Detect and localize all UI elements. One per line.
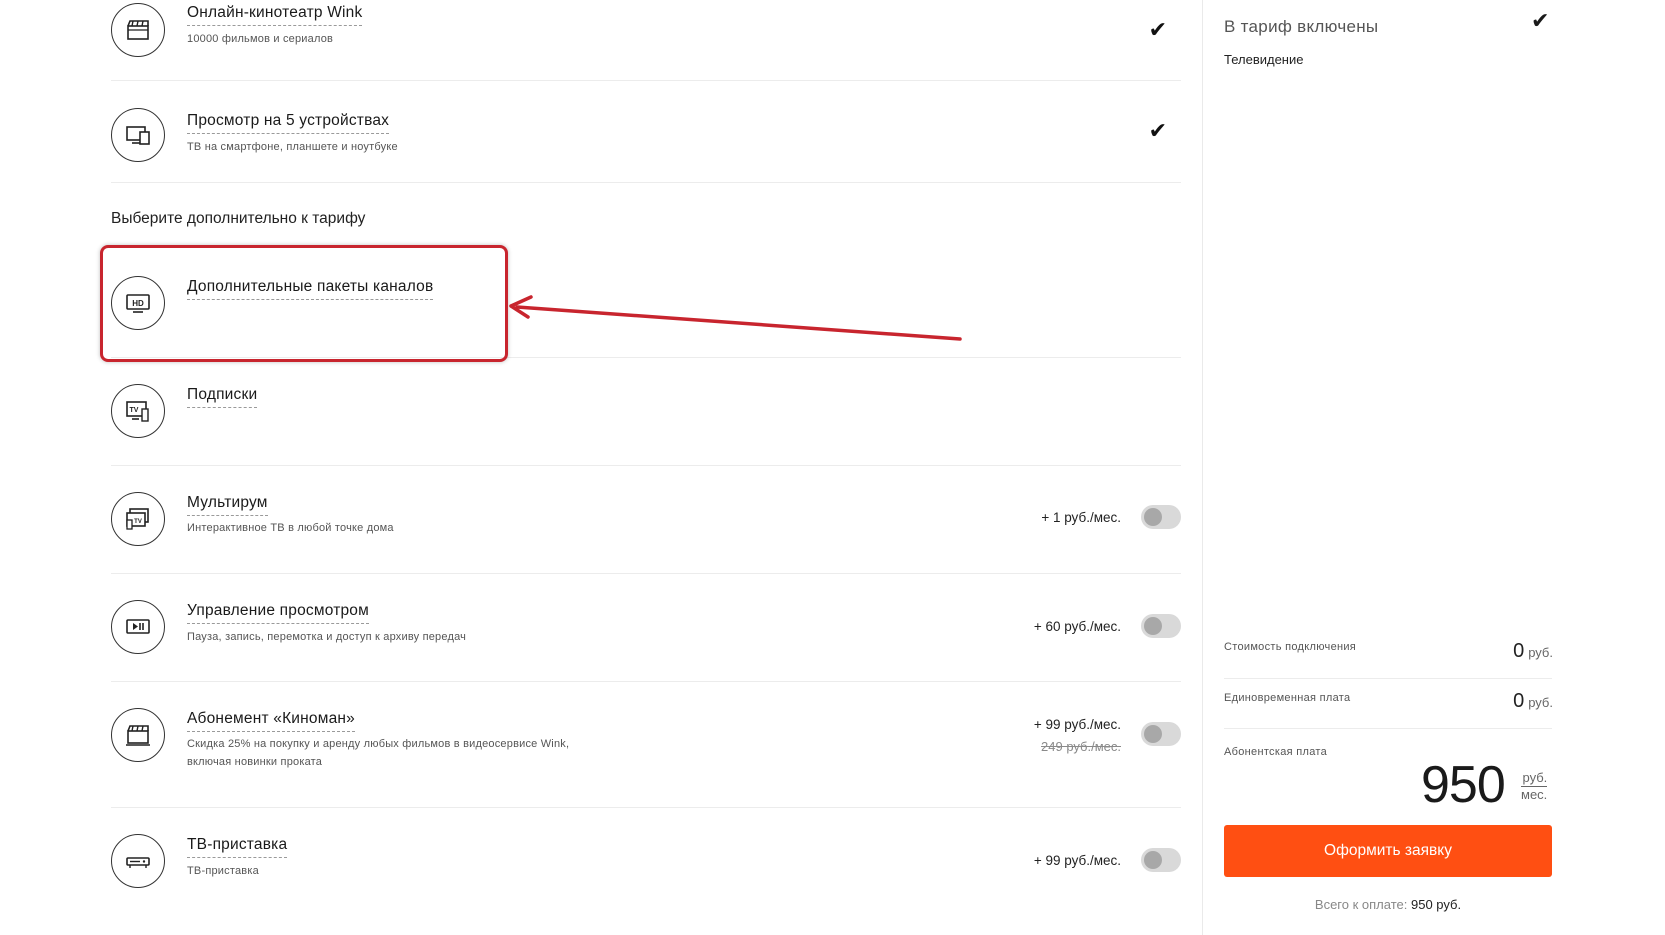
order-button[interactable]: Оформить заявку — [1224, 825, 1552, 877]
monthly-units: руб. мес. — [1521, 770, 1548, 803]
included-item: Телевидение — [1224, 52, 1304, 67]
check-icon: ✔ — [1148, 118, 1167, 143]
section-heading: Выберите дополнительно к тарифу — [111, 210, 366, 227]
connection-value: 0 руб. — [1513, 640, 1553, 662]
tariff-options: Онлайн-кинотеатр Wink 10000 фильмов и се… — [0, 0, 1200, 935]
extra-subtitle-line2: включая новинки проката — [187, 756, 323, 768]
multiroom-icon: TV — [111, 492, 165, 546]
svg-text:TV: TV — [130, 407, 139, 414]
devices-icon — [111, 108, 165, 162]
extra-title[interactable]: Абонемент «Киноман» — [187, 710, 356, 732]
extra-row-kinoman: Абонемент «Киноман» Скидка 25% на покупк… — [111, 681, 1181, 808]
feature-subtitle: 10000 фильмов и сериалов — [187, 33, 334, 45]
monthly-unit-currency: руб. — [1521, 770, 1548, 787]
extra-row-multiroom: TV Мультирум Интерактивное ТВ в любой то… — [111, 465, 1181, 574]
feature-subtitle: ТВ на смартфоне, планшете и ноутбуке — [187, 141, 398, 153]
kinoman-toggle[interactable] — [1141, 722, 1181, 746]
extra-title[interactable]: Управление просмотром — [187, 602, 369, 624]
set-top-box-toggle[interactable] — [1141, 848, 1181, 872]
sidebar-heading[interactable]: В тариф включены — [1224, 17, 1378, 37]
divider — [1224, 728, 1552, 729]
extra-price: + 60 руб./мес. — [1033, 619, 1121, 634]
extra-price: + 1 руб./мес. — [1041, 510, 1121, 525]
annotation-arrow-icon — [509, 295, 962, 341]
set-top-box-icon — [111, 834, 165, 888]
feature-row-devices: Просмотр на 5 устройствах ТВ на смартфон… — [111, 80, 1181, 183]
extra-subtitle: Интерактивное ТВ в любой точке дома — [187, 522, 394, 534]
one-time-label: Единовременная плата — [1224, 692, 1351, 704]
cinema-icon — [111, 708, 165, 762]
playback-control-toggle[interactable] — [1141, 614, 1181, 638]
extra-price: + 99 руб./мес. — [1033, 717, 1121, 732]
extra-title[interactable]: Мультирум — [187, 494, 268, 516]
order-summary-sidebar: В тариф включены ✔ Телевидение Стоимость… — [1202, 0, 1665, 935]
monthly-unit-period: мес. — [1521, 787, 1548, 802]
clapperboard-icon — [111, 3, 165, 57]
divider — [1224, 678, 1552, 679]
feature-title[interactable]: Онлайн-кинотеатр Wink — [187, 4, 363, 26]
feature-row-wink: Онлайн-кинотеатр Wink 10000 фильмов и се… — [111, 0, 1181, 81]
extra-title[interactable]: Подписки — [187, 386, 258, 408]
highlight-box — [100, 245, 508, 362]
total-value: 950 руб. — [1410, 897, 1462, 912]
connection-label: Стоимость подключения — [1224, 641, 1357, 653]
total-payment: Всего к оплате: 950 руб. — [1203, 897, 1573, 912]
check-icon: ✔ — [1148, 17, 1167, 42]
monthly-value: 950 — [1421, 756, 1506, 814]
total-label: Всего к оплате: — [1314, 897, 1408, 912]
svg-text:TV: TV — [134, 519, 142, 525]
extra-title[interactable]: ТВ-приставка — [187, 836, 288, 858]
one-time-value: 0 руб. — [1513, 690, 1553, 712]
extra-row-playback-control: Управление просмотром Пауза, запись, пер… — [111, 573, 1181, 682]
extra-old-price: 249 руб./мес. — [1041, 739, 1121, 754]
extra-row-set-top-box: ТВ-приставка ТВ-приставка + 99 руб./мес. — [111, 807, 1181, 917]
extra-subtitle: Скидка 25% на покупку и аренду любых фил… — [187, 738, 570, 750]
check-icon: ✔ — [1531, 8, 1550, 33]
extra-price: + 99 руб./мес. — [1033, 853, 1121, 868]
extra-subtitle: Пауза, запись, перемотка и доступ к архи… — [187, 631, 467, 643]
multiroom-toggle[interactable] — [1141, 505, 1181, 529]
monthly-label: Абонентская плата — [1224, 746, 1328, 758]
extra-subtitle: ТВ-приставка — [187, 865, 259, 877]
tv-remote-icon: TV — [111, 384, 165, 438]
feature-title[interactable]: Просмотр на 5 устройствах — [187, 112, 390, 134]
play-pause-icon — [111, 600, 165, 654]
extra-row-subscriptions[interactable]: TV Подписки — [111, 357, 1181, 466]
